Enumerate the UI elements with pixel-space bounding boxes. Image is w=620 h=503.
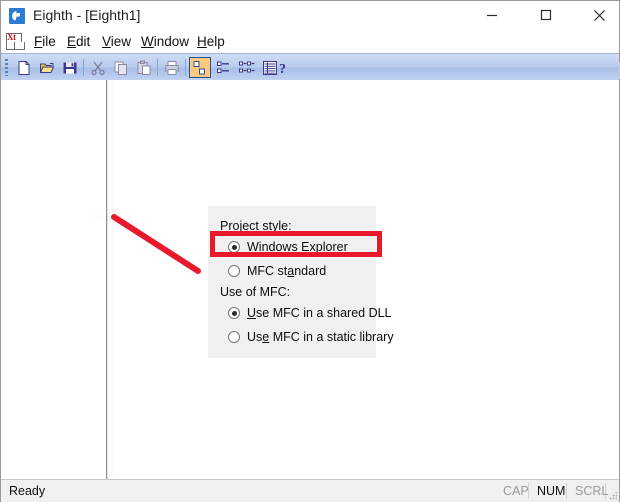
toolbar-paste-button[interactable] xyxy=(133,57,155,78)
radio-windows-explorer[interactable]: Windows Explorer xyxy=(228,238,348,256)
help-question-icon: ? xyxy=(279,62,286,76)
radio-indicator-unselected xyxy=(228,331,240,343)
toolbar-separator xyxy=(83,59,84,76)
radio-label-windows-explorer: Windows Explorer xyxy=(247,240,348,254)
app-logo-icon xyxy=(9,8,25,24)
status-bar: Ready CAP NUM SCRL xyxy=(1,479,619,502)
document-xt-icon[interactable]: Xt xyxy=(6,32,25,50)
radio-shared-dll[interactable]: Use MFC in a shared DLL xyxy=(228,304,392,322)
radio-indicator-selected xyxy=(228,307,240,319)
radio-indicator-unselected xyxy=(228,265,240,277)
menu-item-file[interactable]: File xyxy=(28,32,62,51)
printer-icon xyxy=(164,60,180,75)
copy-icon xyxy=(114,61,127,75)
radio-indicator-selected xyxy=(228,241,240,253)
toolbar-print-button[interactable] xyxy=(161,57,183,78)
radio-label-shared-dll: Use MFC in a shared DLL xyxy=(247,306,392,320)
menu-item-edit[interactable]: Edit xyxy=(61,32,96,51)
list-view-icon xyxy=(239,61,255,72)
resize-grip-icon[interactable] xyxy=(609,492,617,500)
toolbar: ? xyxy=(1,53,619,82)
status-message: Ready xyxy=(9,484,46,498)
window-maximize-button[interactable] xyxy=(523,1,568,29)
toolbar-open-button[interactable] xyxy=(36,57,58,78)
svg-text:?: ? xyxy=(279,62,286,76)
radio-mfc-standard[interactable]: MFC standard xyxy=(228,262,326,280)
toolbar-new-button[interactable] xyxy=(13,57,35,78)
toolbar-save-button[interactable] xyxy=(59,57,81,78)
menu-item-window[interactable]: Window xyxy=(135,32,195,51)
floppy-disk-icon xyxy=(63,62,77,73)
use-of-mfc-label: Use of MFC: xyxy=(220,285,291,299)
left-pane[interactable] xyxy=(3,80,107,479)
radio-static-library[interactable]: Use MFC in a static library xyxy=(228,328,394,346)
toolbar-separator xyxy=(157,59,158,76)
radio-label-static-library: Use MFC in a static library xyxy=(247,330,394,344)
toolbar-about-button[interactable]: ? xyxy=(273,57,295,78)
window-title: Eighth - [Eighth1] xyxy=(33,7,141,23)
toolbar-cut-button[interactable] xyxy=(87,57,109,78)
window-minimize-button[interactable] xyxy=(469,1,514,29)
toolbar-list-view-button[interactable] xyxy=(236,57,258,78)
menu-item-help[interactable]: Help xyxy=(191,32,231,51)
application-window: Eighth - [Eighth1] Xt File Edit View Win… xyxy=(0,0,620,502)
large-icons-view-icon xyxy=(193,60,205,74)
right-pane[interactable]: Project style: Windows Explorer MFC stan… xyxy=(114,80,619,479)
menu-item-view[interactable]: View xyxy=(96,32,137,51)
toolbar-grip[interactable] xyxy=(5,59,8,76)
new-document-icon xyxy=(18,60,30,75)
project-style-label: Project style: xyxy=(220,219,292,233)
status-pane-num: NUM xyxy=(537,484,566,498)
project-options-panel: Project style: Windows Explorer MFC stan… xyxy=(208,206,394,358)
window-close-button[interactable] xyxy=(577,1,620,29)
toolbar-copy-button[interactable] xyxy=(110,57,132,78)
scissors-icon xyxy=(91,61,105,75)
toolbar-large-icons-button[interactable] xyxy=(189,57,211,78)
small-icons-view-icon xyxy=(217,61,229,73)
menu-bar: Xt File Edit View Window Help xyxy=(1,30,620,79)
title-bar: Eighth - [Eighth1] xyxy=(1,1,619,30)
toolbar-small-icons-button[interactable] xyxy=(213,57,235,78)
clipboard-paste-icon xyxy=(137,60,151,75)
open-folder-icon xyxy=(39,62,55,73)
radio-label-mfc-standard: MFC standard xyxy=(247,264,327,278)
toolbar-separator xyxy=(185,59,186,76)
mdi-client-area: Project style: Windows Explorer MFC stan… xyxy=(1,80,619,479)
